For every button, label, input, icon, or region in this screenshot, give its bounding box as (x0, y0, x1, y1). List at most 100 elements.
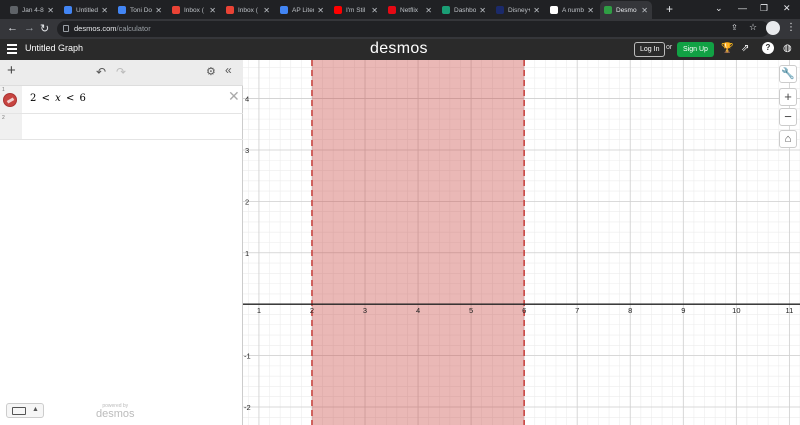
share-icon[interactable]: ⇪ (731, 23, 738, 32)
x-tick-label: 1 (257, 306, 261, 315)
home-view-icon[interactable]: ⌂ (779, 130, 797, 148)
browser-tab[interactable]: Jan 4-8 ✕ (6, 1, 58, 19)
x-tick-label: 7 (575, 306, 579, 315)
x-tick-label: 5 (469, 306, 473, 315)
minimize-icon[interactable]: — (738, 3, 747, 13)
hamburger-menu-icon[interactable] (7, 44, 17, 54)
reload-icon[interactable]: ↻ (40, 22, 49, 35)
x-tick-label: 11 (785, 306, 793, 315)
browser-toolbar: ← → ↻ desmos.com/calculator ⇪ ☆ ⋮ (0, 19, 800, 39)
browser-menu-icon[interactable]: ⋮ (786, 22, 796, 33)
browser-tab[interactable]: A numb ✕ (546, 1, 598, 19)
tab-favicon-icon (118, 6, 126, 14)
tab-title: Jan 4-8 (22, 6, 44, 14)
zoom-out-button[interactable]: − (779, 108, 797, 126)
x-tick-label: 6 (522, 306, 526, 315)
browser-tab[interactable]: Toni Do ✕ (114, 1, 166, 19)
expression-row-empty[interactable]: 2 (0, 114, 243, 140)
graph-title[interactable]: Untitled Graph (25, 43, 83, 53)
x-tick-label: 2 (310, 306, 314, 315)
tab-close-icon[interactable]: ✕ (155, 6, 162, 15)
tab-close-icon[interactable]: ✕ (371, 6, 378, 15)
browser-tab[interactable]: Desmo ✕ (600, 1, 652, 19)
browser-tab[interactable]: Inbox (✕ (168, 1, 220, 19)
lock-icon (63, 25, 69, 32)
powered-by-desmos[interactable]: powered by desmos (96, 403, 135, 420)
tab-close-icon[interactable]: ✕ (425, 6, 432, 15)
browser-tab[interactable]: AP Liter ✕ (276, 1, 328, 19)
browser-tab[interactable]: Disney+ ✕ (492, 1, 544, 19)
desmos-header: Untitled Graph desmos Log In or Sign Up … (0, 39, 800, 60)
tab-favicon-icon (172, 6, 180, 14)
y-tick-label: 2 (245, 197, 249, 206)
tab-title: AP Liter (292, 6, 314, 14)
login-button[interactable]: Log In (634, 42, 666, 57)
profile-avatar[interactable] (766, 21, 780, 35)
trophy-icon[interactable]: 🏆 (721, 43, 733, 54)
globe-icon[interactable]: ◍ (783, 43, 792, 54)
graph-settings-wrench-icon[interactable]: 🔧 (779, 65, 797, 83)
tab-favicon-icon (442, 6, 450, 14)
x-tick-label: 10 (732, 306, 740, 315)
tab-close-icon[interactable]: ✕ (533, 6, 540, 15)
browser-tab[interactable]: Untitled ✕ (60, 1, 112, 19)
tab-title: Dashbo (454, 6, 476, 14)
tab-close-icon[interactable]: ✕ (101, 6, 108, 15)
tab-search-icon[interactable]: ⌄ (715, 3, 723, 14)
signup-button[interactable]: Sign Up (677, 42, 714, 57)
restore-icon[interactable]: ❐ (760, 3, 768, 14)
browser-tab[interactable]: Dashbo ✕ (438, 1, 490, 19)
x-tick-label: 9 (681, 306, 685, 315)
expr-token: < (41, 93, 50, 104)
x-tick-label: 4 (416, 306, 420, 315)
tab-title: Inbox ( (238, 6, 258, 14)
add-item-icon[interactable]: + (7, 62, 16, 79)
collapse-panel-icon[interactable]: « (225, 63, 232, 77)
tab-title: A numb (562, 6, 584, 14)
expression-gutter: 1 (0, 86, 22, 113)
expr-token: 6 (79, 93, 86, 104)
expression-input[interactable]: 2 < x < 6 (30, 93, 86, 104)
tab-title: Netflix (400, 6, 419, 14)
powered-by-logo: desmos (96, 408, 135, 420)
tab-close-icon[interactable]: ✕ (317, 6, 324, 15)
tab-close-icon[interactable]: ✕ (47, 6, 54, 15)
zoom-in-button[interactable]: + (779, 88, 797, 106)
address-bar[interactable]: desmos.com/calculator ⇪ ☆ (57, 21, 769, 37)
forward-icon[interactable]: → (24, 22, 35, 34)
tab-close-icon[interactable]: ✕ (641, 6, 648, 15)
expression-index: 1 (2, 87, 5, 93)
delete-expression-icon[interactable]: ✕ (228, 88, 240, 105)
browser-tab[interactable]: Inbox ( ✕ (222, 1, 274, 19)
graph-canvas[interactable]: 1 2 3 4 5 6 7 8 9 10 11 1 2 3 4 -1 -2 🔧 + − ⌂ (243, 60, 800, 425)
keyboard-toggle-button[interactable]: ▲ (6, 403, 44, 418)
tab-close-icon[interactable]: ✕ (263, 6, 270, 15)
share-graph-icon[interactable]: ⇗ (741, 43, 749, 54)
url-host: desmos.com (74, 24, 117, 33)
tab-close-icon[interactable]: ✕ (209, 6, 216, 15)
tab-close-icon[interactable]: ✕ (587, 6, 594, 15)
y-tick-label: 3 (245, 146, 249, 155)
y-tick-label: -1 (244, 352, 251, 361)
url-path: /calculator (116, 24, 151, 33)
caret-up-icon: ▲ (32, 406, 39, 413)
browser-tab[interactable]: I'm Stil ✕ (330, 1, 382, 19)
expression-gutter: 2 (0, 114, 22, 139)
browser-tab[interactable]: Netflix ✕ (384, 1, 436, 19)
tab-favicon-icon (334, 6, 342, 14)
tab-close-icon[interactable]: ✕ (479, 6, 486, 15)
back-icon[interactable]: ← (7, 22, 18, 34)
expression-index: 2 (2, 115, 5, 121)
redo-icon[interactable]: ↷ (116, 65, 126, 79)
settings-gear-icon[interactable]: ⚙ (206, 65, 216, 78)
tab-favicon-icon (496, 6, 504, 14)
new-tab-button[interactable]: + (666, 2, 673, 16)
close-window-icon[interactable]: ✕ (783, 3, 791, 14)
tab-title: Desmo (616, 6, 637, 14)
expression-row[interactable]: 1 2 < x < 6 ✕ (0, 86, 243, 114)
tab-title: Toni Do (130, 6, 152, 14)
undo-icon[interactable]: ↶ (96, 65, 106, 79)
color-toggle-icon[interactable] (3, 93, 17, 107)
help-icon[interactable]: ? (762, 42, 774, 54)
bookmark-star-icon[interactable]: ☆ (749, 22, 757, 33)
